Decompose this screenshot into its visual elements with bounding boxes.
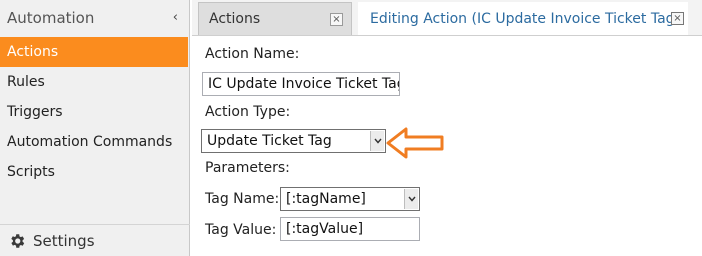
action-name-field[interactable]: IC Update Invoice Ticket Tag [202,72,400,96]
collapse-icon[interactable]: ‹ [173,10,178,25]
sidebar-title: Automation [7,9,95,27]
chevron-down-icon[interactable] [370,131,384,151]
tag-name-label: Tag Name: [205,191,280,207]
action-type-label: Action Type: [205,104,291,120]
action-name-label: Action Name: [205,46,300,62]
sidebar-item-rules[interactable]: Rules [0,67,190,97]
settings-label: Settings [33,231,95,250]
tab-actions-label: Actions [209,11,261,27]
sidebar-item-scripts[interactable]: Scripts [0,157,190,187]
action-type-select[interactable]: Update Ticket Tag [201,129,386,153]
gear-icon [11,233,25,248]
sidebar-item-actions[interactable]: Actions [0,37,188,67]
sidebar-nav: Actions Rules Triggers Automation Comman… [0,37,190,187]
arrow-left-icon [386,127,444,159]
sidebar: Automation ‹ Actions Rules Triggers Auto… [0,0,190,256]
sidebar-item-automation-commands[interactable]: Automation Commands [0,127,190,157]
parameters-label: Parameters: [205,160,290,176]
edit-action-form: Action Name: IC Update Invoice Ticket Ta… [192,36,702,256]
tag-value-label: Tag Value: [205,222,277,238]
close-icon[interactable]: × [671,12,684,25]
close-icon[interactable]: × [330,13,343,26]
tab-editing-action[interactable]: Editing Action (IC Update Invoice Ticket… [358,2,688,35]
tab-actions[interactable]: Actions × [198,2,352,35]
action-type-value: Update Ticket Tag [207,133,332,149]
tag-value-field[interactable]: [:tagValue] [280,217,420,241]
tab-editing-label: Editing Action (IC Update Invoice Ticket… [370,10,681,27]
tab-strip: Actions × Editing Action (IC Update Invo… [192,0,702,36]
chevron-down-icon[interactable] [404,189,418,209]
tag-name-value: [:tagName] [286,191,366,207]
settings-button[interactable]: Settings [0,224,190,256]
tag-name-select[interactable]: [:tagName] [280,187,420,211]
sidebar-header: Automation ‹ [0,0,190,36]
sidebar-item-triggers[interactable]: Triggers [0,97,190,127]
